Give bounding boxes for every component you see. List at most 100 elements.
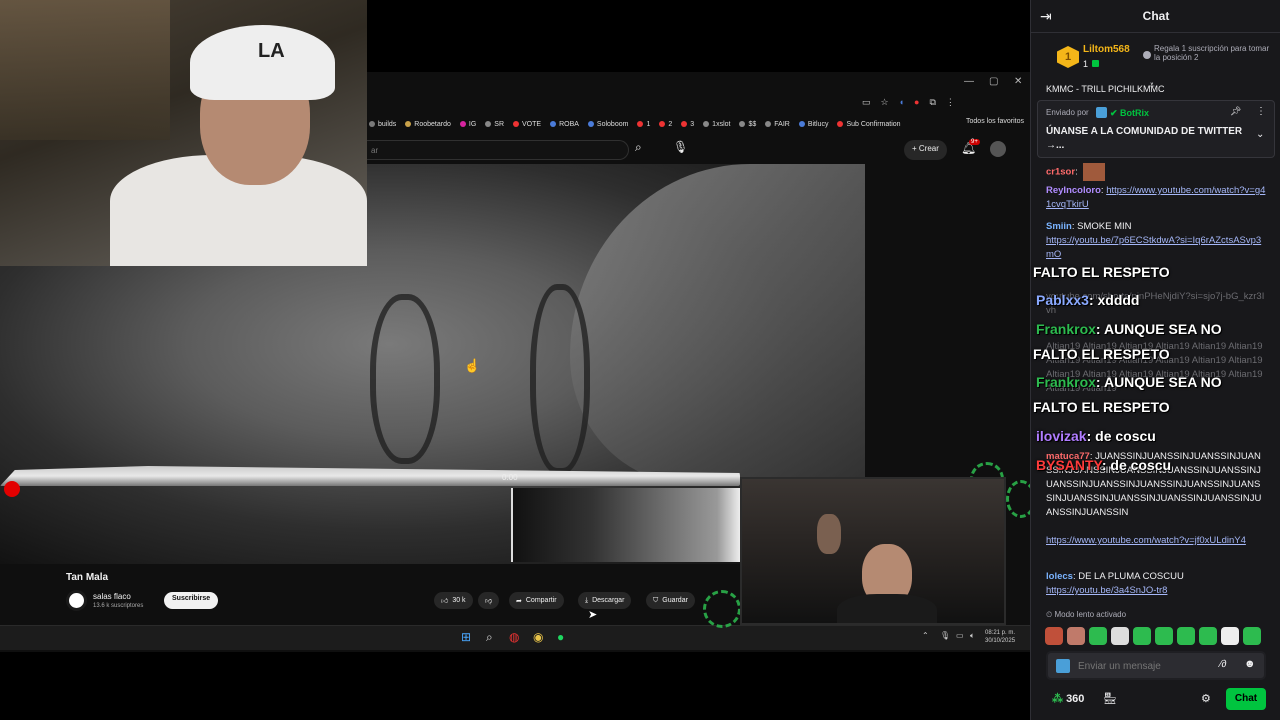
emote-icon [1083,163,1106,181]
channel-name[interactable]: salas flaco [93,592,131,601]
subscribe-button[interactable]: Suscribirse [164,592,219,609]
bookmark-icon [765,121,772,127]
emote-icon[interactable] [1133,627,1151,645]
chat-message-input[interactable] [1078,658,1208,674]
bookmark-item[interactable]: VOTE [513,121,541,128]
menu-dots-icon[interactable]: ⋮ [946,97,955,108]
avatar[interactable] [990,141,1006,157]
command-icon[interactable]: ⁄∂ [1220,659,1227,670]
puzzle-icon[interactable]: ⧉ [929,97,935,108]
scroll-down-icon[interactable]: ⩡ [1149,80,1155,91]
points-value: 360 [1066,693,1085,705]
like-button[interactable]: 👍︎ 30 k [434,592,473,609]
emoji-icon[interactable]: ☻ [1244,658,1256,670]
maximize-icon[interactable]: ▢ [989,76,998,87]
mic-icon[interactable]: 🎙︎ [673,140,693,160]
save-button[interactable]: ⛉ Guardar [646,592,695,609]
pin-icon[interactable]: 📌︎ [1230,106,1241,117]
chat-link[interactable]: https://youtu.be/3a4SnJO-tr8 [1046,585,1167,596]
send-chat-button[interactable]: Chat [1226,688,1266,710]
channel-points[interactable]: ⁂ 360 [1052,692,1084,705]
bookmark-item[interactable]: Roobetardo [405,121,451,128]
emote-icon[interactable] [1221,627,1239,645]
bookmark-item[interactable]: Soloboom [587,121,628,128]
taskbar-clock[interactable]: 08:21 p. m. 30/10/2025 [985,629,1015,645]
bookmark-item[interactable]: ROBA [550,121,579,128]
bookmark-item[interactable]: $$ [739,121,756,128]
all-favorites-link[interactable]: Todos los favoritos [966,118,1024,125]
bookmark-item[interactable]: Sub Confirmation [837,121,901,128]
share-button[interactable]: ➦ Compartir [509,592,564,609]
bookmark-label: 2 [668,120,673,128]
download-button[interactable]: ⤓ Descargar [578,592,632,609]
leader-name[interactable]: Liltom568 [1083,44,1130,55]
close-icon[interactable]: ✕ [1014,76,1022,87]
bookmark-item[interactable]: Bitlucy [798,121,828,128]
pinned-text: ÚNANSE A LA COMUNIDAD DE TWITTER →... [1046,126,1243,151]
emote-icon[interactable] [1089,627,1107,645]
bookmark-item[interactable]: builds [369,121,396,128]
tray-chevron-icon[interactable]: ⌃ [922,631,929,640]
windows-start-icon[interactable]: ⊞ [461,630,471,644]
chat-link[interactable]: https://www.youtube.com/watch?v=jf0xULdi… [1046,535,1246,546]
chat-link[interactable]: https://youtu.be/7p6ECStkdwA?si=Iq6rAZct… [1046,235,1261,260]
notification-badge: 9+ [969,139,980,145]
chrome-icon[interactable]: ◉ [533,630,543,644]
progress-handle[interactable] [4,481,20,497]
extension-icon[interactable]: ◖ [899,97,904,108]
spotify-icon[interactable]: ● [557,630,564,644]
subscriber-count: 13.6 k suscriptores [93,603,144,609]
chevron-down-icon[interactable]: ⌄ [1256,129,1264,140]
bookmark-item[interactable]: SR [485,121,504,128]
bookmark-icon [405,121,412,127]
chat-input-box[interactable]: ⁄∂ ☻ [1046,651,1266,680]
emote-icon[interactable] [1111,627,1129,645]
emote-icon[interactable] [1067,627,1085,645]
emote-icon[interactable] [1155,627,1173,645]
verified-icon: ✔ [1110,108,1121,118]
create-button[interactable]: + Crear [904,140,947,160]
chat-username[interactable]: cr1sor [1046,167,1075,178]
chat-username[interactable]: ReyIncoloro [1046,185,1101,196]
tray-mic-icon[interactable]: 🎙︎ [940,631,950,640]
taskbar-search-icon[interactable]: ⌕ [486,630,493,645]
bookmark-icon [659,121,666,127]
gear-icon[interactable]: ⚙ [1201,692,1211,705]
emote-icon[interactable] [1177,627,1195,645]
bookmark-label: 1xslot [712,120,731,128]
dislike-button[interactable]: 👎︎ [478,592,500,609]
emote-icon[interactable] [1199,627,1217,645]
bookmark-icon [369,121,375,127]
bookmark-item[interactable]: 2 [659,121,672,128]
minimize-icon[interactable]: — [964,76,974,87]
store-icon[interactable]: 🏪︎ [1103,692,1117,705]
slow-mode-notice: ⏲ Modo lento activado [1046,610,1126,620]
tray-network-icon[interactable]: ▭ [956,631,964,640]
channel-avatar[interactable] [66,590,87,611]
star-icon[interactable]: ☆ [881,97,889,108]
bookmark-item[interactable]: 1 [637,121,650,128]
bookmark-icon [681,121,688,127]
webcam-person-body [837,594,937,623]
gift-leaderboard[interactable]: 1 Liltom568 1 Regala 1 suscripción para … [1031,34,1280,80]
emote-icon[interactable] [1045,627,1063,645]
record-icon[interactable]: ● [914,97,919,108]
webcam-secondary [740,477,1006,625]
bookmark-item[interactable]: 3 [681,121,694,128]
cast-icon[interactable]: ▭ [862,97,871,108]
chat-username[interactable]: lolecs [1046,571,1073,582]
search-input[interactable]: ar [367,140,629,160]
tray-volume-icon[interactable]: 🔈︎ [970,631,975,641]
chat-username[interactable]: Smiin [1046,221,1072,232]
bot-badge-icon [1096,107,1107,118]
search-icon[interactable]: ⌕ [635,140,657,160]
app-icon[interactable]: ◍ [509,630,519,644]
pinned-bot-name[interactable]: ✔ BotRix [1110,108,1149,119]
bookmark-item[interactable]: FAIR [765,121,790,128]
pinned-message[interactable]: Enviado por ✔ BotRix 📌︎ ⋮ ⌄ ÚNANSE A LA … [1037,100,1275,158]
emote-icon[interactable] [1243,627,1261,645]
bookmark-item[interactable]: IG [459,121,476,128]
bookmark-item[interactable]: 1xslot [703,121,730,128]
more-options-icon[interactable]: ⋮ [1256,106,1266,117]
kick-icon[interactable] [1056,659,1070,673]
